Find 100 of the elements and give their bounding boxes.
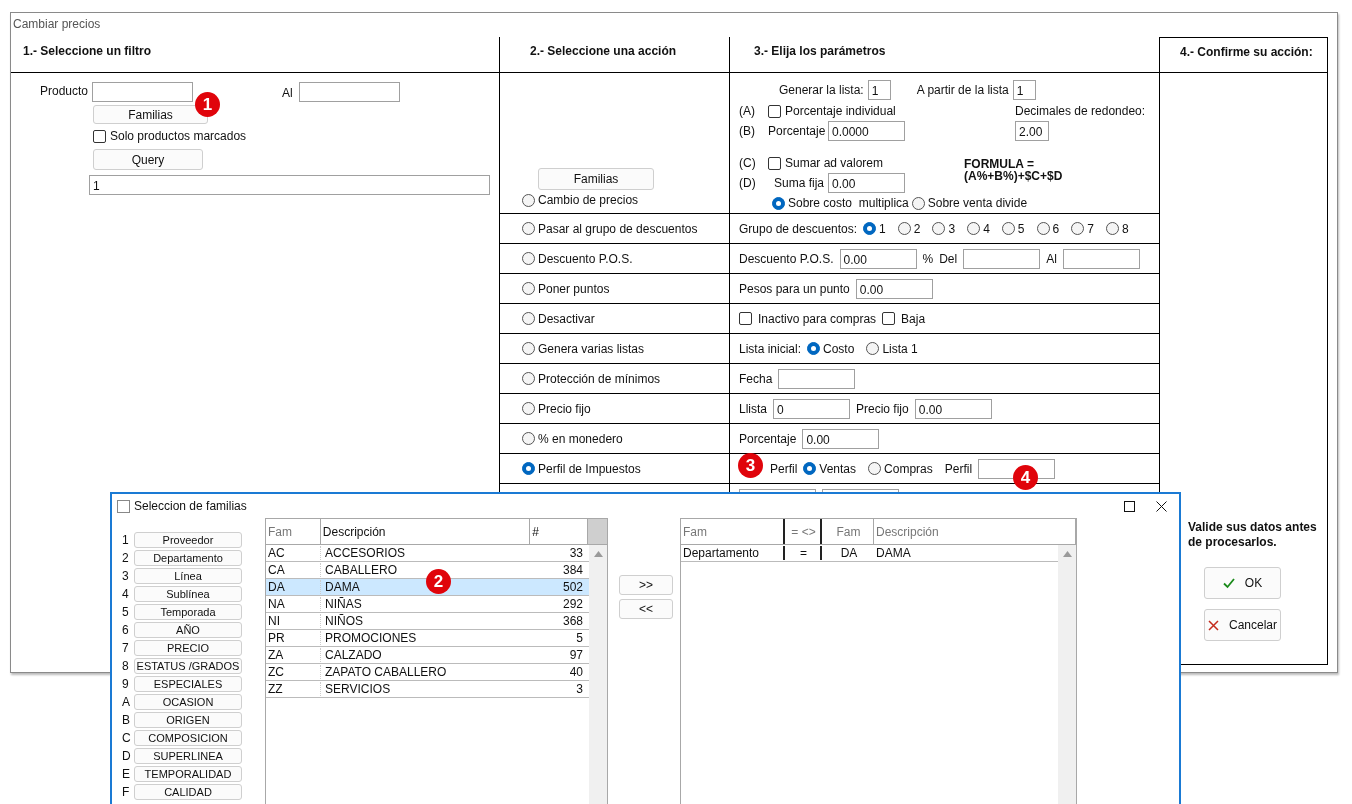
- radio-button[interactable]: [522, 252, 535, 265]
- radio-button[interactable]: [522, 372, 535, 385]
- input-field[interactable]: 0: [773, 398, 850, 419]
- radio-button[interactable]: [772, 196, 785, 210]
- table-row[interactable]: ZZ SERVICIOS 3: [266, 681, 589, 698]
- category-button[interactable]: COMPOSICION: [134, 730, 242, 746]
- add-button[interactable]: >>: [619, 575, 673, 595]
- familias-button[interactable]: Familias: [538, 168, 654, 190]
- category-button[interactable]: TEMPORALIDAD: [134, 766, 242, 782]
- radio-button[interactable]: [522, 312, 535, 325]
- column-header: Fam: [266, 519, 321, 544]
- table-cell: ZAPATO CABALLERO: [325, 665, 447, 679]
- radio-button[interactable]: [863, 222, 877, 235]
- ok-button[interactable]: OK: [1204, 567, 1281, 599]
- table-row[interactable]: NI NIÑOS 368: [266, 613, 589, 630]
- radio-button[interactable]: [911, 196, 925, 210]
- table-row[interactable]: ZC ZAPATO CABALLERO 40: [266, 664, 589, 681]
- category-button[interactable]: PRECIO: [134, 640, 242, 656]
- radio-button[interactable]: [522, 462, 535, 475]
- cancel-button[interactable]: Cancelar: [1204, 609, 1281, 641]
- input-field[interactable]: 0.0000: [828, 121, 905, 141]
- radio-button[interactable]: [522, 222, 535, 235]
- input-field[interactable]: 0.00: [839, 248, 917, 269]
- table-row[interactable]: ZA CALZADO 97: [266, 647, 589, 664]
- input-field[interactable]: 0.00: [802, 428, 880, 449]
- checkbox[interactable]: [768, 156, 781, 170]
- category-button[interactable]: Temporada: [134, 604, 242, 620]
- radio-button[interactable]: [522, 402, 535, 415]
- scrollbar[interactable]: [1058, 545, 1076, 804]
- checkbox[interactable]: [93, 129, 106, 143]
- field-label: Al: [1046, 251, 1057, 266]
- table-cell: ACCESORIOS: [325, 546, 405, 560]
- table-cell: 40: [569, 665, 583, 679]
- radio-button[interactable]: [967, 222, 981, 235]
- checkbox-label: Sumar ad valorem: [785, 156, 884, 170]
- category-button[interactable]: CALIDAD: [134, 784, 242, 800]
- checkbox[interactable]: [768, 104, 781, 118]
- category-button[interactable]: Sublínea: [134, 586, 242, 602]
- table-cell: NA: [268, 597, 285, 611]
- radio-button[interactable]: [803, 462, 817, 475]
- table-row[interactable]: PR PROMOCIONES 5: [266, 630, 589, 647]
- radio-label: Poner puntos: [538, 281, 610, 296]
- radio-label: 5: [1017, 221, 1025, 236]
- radio-button[interactable]: [1105, 222, 1119, 235]
- radio-button[interactable]: [932, 222, 946, 235]
- category-button[interactable]: Departamento: [134, 550, 242, 566]
- input-field[interactable]: [963, 248, 1041, 269]
- category-key: 2: [122, 551, 134, 565]
- table-cell: 368: [562, 614, 583, 628]
- formula-text: FORMULA = (A%+B%)+$C+$D: [964, 156, 1063, 182]
- input-field[interactable]: 2.00: [1015, 121, 1049, 141]
- radio-button[interactable]: [522, 282, 535, 295]
- query-field[interactable]: 1: [89, 175, 490, 195]
- input-field[interactable]: 0.00: [914, 398, 992, 419]
- scrollbar[interactable]: [589, 545, 607, 804]
- remove-button[interactable]: <<: [619, 599, 673, 619]
- category-button[interactable]: Proveedor: [134, 532, 242, 548]
- checkbox[interactable]: [882, 312, 896, 325]
- table-cell: NIÑOS: [325, 614, 363, 628]
- query-button[interactable]: Query: [93, 149, 203, 170]
- input-field[interactable]: 0.00: [828, 173, 905, 193]
- radio-button[interactable]: [897, 222, 911, 235]
- input-field[interactable]: 1: [867, 80, 891, 100]
- radio-button[interactable]: [1036, 222, 1050, 235]
- radio-button[interactable]: [522, 432, 535, 445]
- input-field[interactable]: [1062, 248, 1140, 269]
- category-button[interactable]: ORIGEN: [134, 712, 242, 728]
- table-cell: =: [785, 546, 822, 560]
- field-label: Perfil: [944, 461, 973, 476]
- input-field[interactable]: [92, 82, 193, 102]
- field-label: Lista inicial:: [739, 341, 802, 356]
- radio-button[interactable]: [807, 342, 821, 355]
- category-button[interactable]: ESTATUS /GRADOS: [134, 658, 242, 674]
- category-button[interactable]: AÑO: [134, 622, 242, 638]
- close-icon[interactable]: [1156, 500, 1167, 512]
- radio-button[interactable]: [1071, 222, 1085, 235]
- category-button[interactable]: OCASION: [134, 694, 242, 710]
- radio-label: Costo: [823, 341, 855, 356]
- input-field[interactable]: [778, 368, 856, 389]
- radio-button[interactable]: [866, 342, 880, 355]
- maximize-icon[interactable]: [1124, 500, 1135, 512]
- input-field[interactable]: 0.00: [855, 278, 933, 299]
- radio-button[interactable]: [868, 462, 882, 475]
- input-field[interactable]: 1: [1012, 80, 1036, 100]
- checkbox[interactable]: [739, 312, 752, 325]
- field-label: Fecha: [739, 371, 773, 386]
- input-field[interactable]: [299, 82, 400, 102]
- category-button[interactable]: ESPECIALES: [134, 676, 242, 692]
- category-button[interactable]: Línea: [134, 568, 242, 584]
- radio-button[interactable]: [522, 193, 535, 207]
- column-header: = <>: [785, 519, 822, 544]
- radio-label: Protección de mínimos: [538, 371, 661, 386]
- category-key: 6: [122, 623, 134, 637]
- table-row[interactable]: AC ACCESORIOS 33: [266, 545, 589, 562]
- category-button[interactable]: SUPERLINEA: [134, 748, 242, 764]
- step-badge: 3: [738, 453, 763, 478]
- radio-label: Genera varias listas: [538, 341, 645, 356]
- radio-button[interactable]: [1001, 222, 1015, 235]
- radio-button[interactable]: [522, 342, 535, 355]
- table-row[interactable]: NA NIÑAS 292: [266, 596, 589, 613]
